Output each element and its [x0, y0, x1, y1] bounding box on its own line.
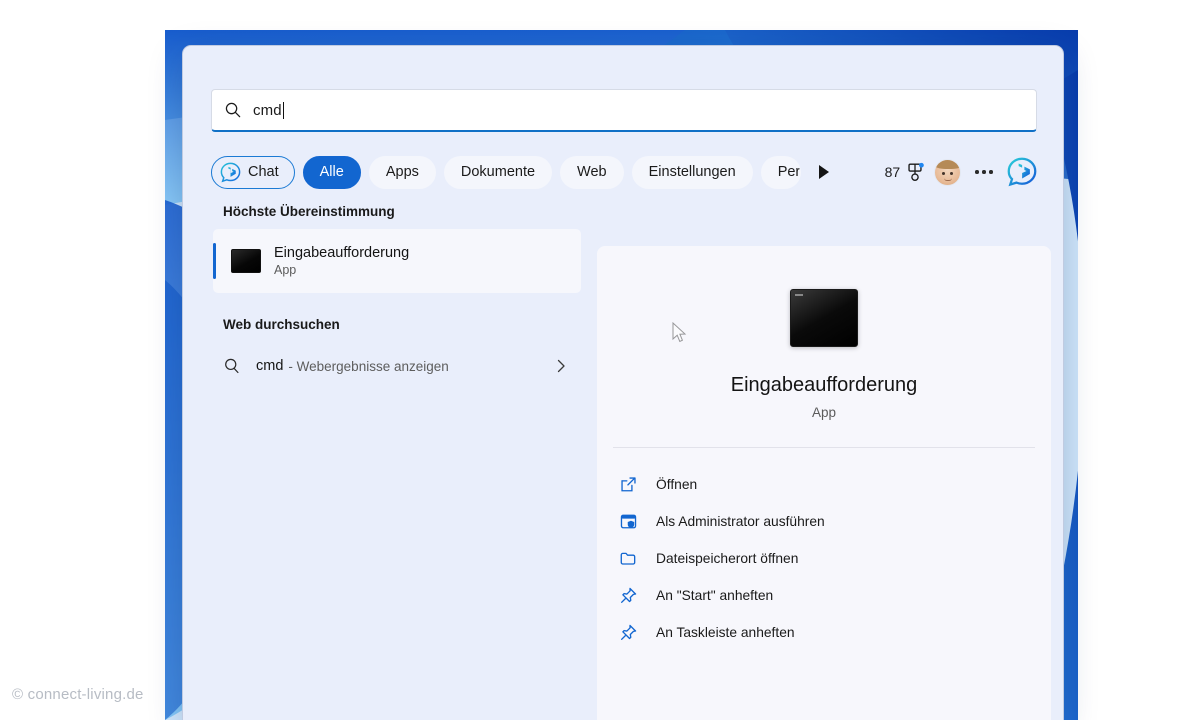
watermark: © connect-living.de — [12, 686, 144, 703]
web-search-heading: Web durchsuchen — [183, 293, 597, 332]
console-icon — [790, 289, 858, 347]
result-item-type: App — [274, 263, 409, 277]
web-result-row[interactable]: cmd - Webergebnisse anzeigen — [213, 342, 581, 390]
chip-apps[interactable]: Apps — [369, 156, 436, 189]
action-als-administrator-ausfuehren[interactable]: Als Administrator ausführen — [613, 503, 1051, 540]
preview-actions-list: Öffnen Als Administrator ausführen — [597, 448, 1051, 651]
web-result-description: - Webergebnisse anzeigen — [288, 359, 448, 374]
play-triangle-icon — [819, 165, 829, 179]
best-match-heading: Höchste Übereinstimmung — [183, 204, 597, 219]
bing-logo-icon[interactable] — [1007, 157, 1037, 187]
action-label: An "Start" anheften — [656, 588, 773, 603]
avatar-mouth — [944, 178, 952, 181]
search-icon — [223, 357, 241, 375]
search-input[interactable]: cmd — [211, 89, 1037, 132]
avatar-eye-left — [942, 172, 945, 175]
search-flyout-panel: cmd Chat Alle Apps — [182, 45, 1064, 720]
action-an-taskleiste-anheften[interactable]: An Taskleiste anheften — [613, 614, 1051, 651]
bing-chat-icon — [220, 162, 241, 183]
web-result-query: cmd — [256, 358, 283, 374]
chip-web[interactable]: Web — [560, 156, 624, 189]
preview-app-title: Eingabeaufforderung — [597, 374, 1051, 397]
preview-header: Eingabeaufforderung App — [597, 246, 1051, 420]
screen: cmd Chat Alle Apps — [0, 0, 1200, 720]
chip-chat[interactable]: Chat — [211, 156, 295, 189]
mouse-cursor — [672, 322, 688, 344]
console-icon — [231, 249, 261, 273]
search-box-wrapper: cmd — [211, 89, 1037, 132]
chip-chat-label: Chat — [248, 164, 279, 180]
preview-app-type: App — [597, 405, 1051, 420]
user-avatar[interactable] — [934, 159, 961, 186]
chip-personen-label: Per — [778, 164, 801, 180]
shield-admin-icon — [619, 512, 638, 531]
chip-web-label: Web — [577, 164, 607, 180]
chip-apps-label: Apps — [386, 164, 419, 180]
action-label: An Taskleiste anheften — [656, 625, 795, 640]
chip-alle[interactable]: Alle — [303, 156, 361, 189]
chip-einstellungen-label: Einstellungen — [649, 164, 736, 180]
chevron-right-icon — [553, 358, 569, 374]
more-dots-icon[interactable] — [969, 170, 999, 174]
text-caret — [283, 102, 284, 119]
rewards-badge[interactable]: 87 — [885, 161, 927, 183]
chip-dokumente-label: Dokumente — [461, 164, 535, 180]
action-label: Dateispeicherort öffnen — [656, 551, 798, 566]
pin-icon — [619, 623, 638, 642]
avatar-eye-right — [950, 172, 953, 175]
folder-icon — [619, 549, 638, 568]
action-label: Öffnen — [656, 477, 697, 492]
chip-dokumente[interactable]: Dokumente — [444, 156, 552, 189]
selection-indicator — [213, 243, 216, 279]
results-body: Höchste Übereinstimmung Eingabeaufforder… — [183, 204, 1064, 720]
dot-1 — [975, 170, 979, 174]
filter-chip-row: Chat Alle Apps Dokumente Web Einstellung… — [211, 151, 1037, 193]
avatar-hair — [934, 159, 961, 169]
result-item-name: Eingabeaufforderung — [274, 245, 409, 261]
search-query-text: cmd — [253, 102, 282, 119]
action-dateispeicherort-oeffnen[interactable]: Dateispeicherort öffnen — [613, 540, 1051, 577]
result-item-texts: Eingabeaufforderung App — [274, 245, 409, 277]
dot-2 — [982, 170, 986, 174]
search-icon — [224, 101, 242, 119]
chip-alle-label: Alle — [320, 164, 344, 180]
chips-next-button[interactable] — [811, 159, 837, 185]
chip-einstellungen[interactable]: Einstellungen — [632, 156, 753, 189]
pin-icon — [619, 586, 638, 605]
rewards-count: 87 — [885, 164, 901, 180]
action-an-start-anheften[interactable]: An "Start" anheften — [613, 577, 1051, 614]
results-left-column: Höchste Übereinstimmung Eingabeaufforder… — [183, 204, 597, 720]
rewards-medal-icon — [904, 161, 926, 183]
result-item-eingabeaufforderung[interactable]: Eingabeaufforderung App — [213, 229, 581, 293]
app-preview-panel: Eingabeaufforderung App Öffnen — [597, 246, 1051, 720]
action-oeffnen[interactable]: Öffnen — [613, 466, 1051, 503]
dot-3 — [989, 170, 993, 174]
action-label: Als Administrator ausführen — [656, 514, 825, 529]
chip-personen[interactable]: Per — [761, 156, 801, 189]
open-external-icon — [619, 475, 638, 494]
